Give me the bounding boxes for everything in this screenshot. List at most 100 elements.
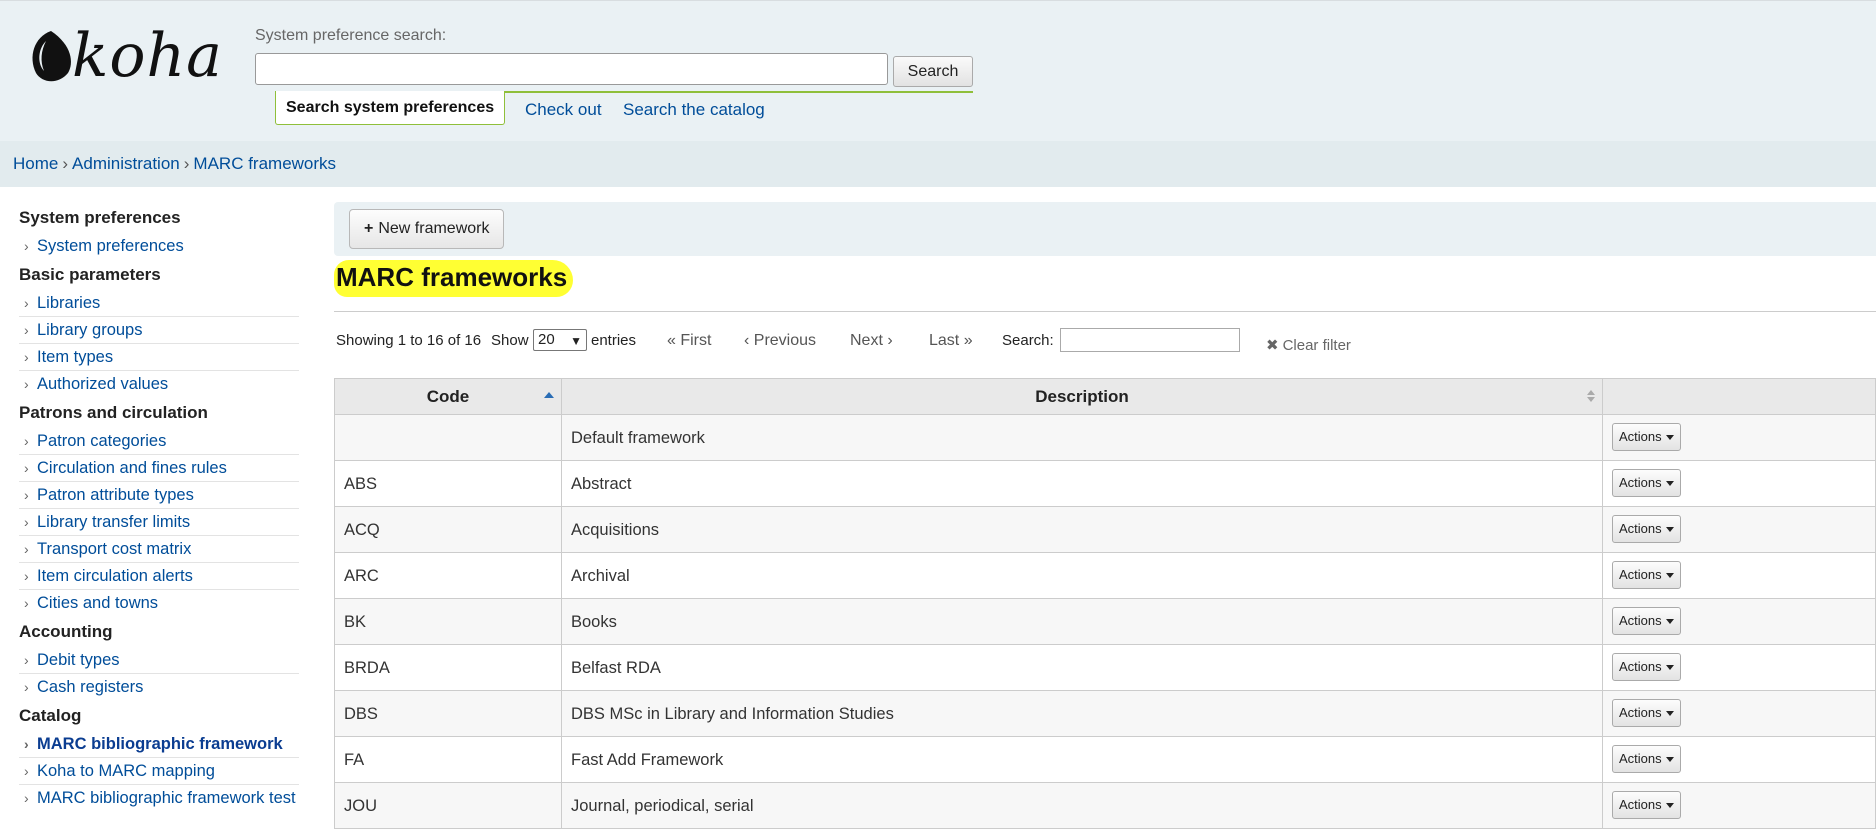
actions-label: Actions <box>1619 567 1662 582</box>
pagination-last[interactable]: Last » <box>929 332 973 350</box>
cell-description: Belfast RDA <box>561 644 1603 691</box>
cell-actions: Actions <box>1602 782 1876 829</box>
sort-icon <box>1587 390 1595 402</box>
sidebar-item-patron-attribute-types[interactable]: Patron attribute types <box>19 482 299 509</box>
sidebar-item-marc-bibliographic-framework-test[interactable]: MARC bibliographic framework test <box>19 785 299 812</box>
page-title: MARC frameworks <box>334 260 574 297</box>
table-row: DBS DBS MSc in Library and Information St… <box>334 690 1876 737</box>
pagination-previous[interactable]: ‹ Previous <box>744 332 816 350</box>
sidebar-item-library-transfer-limits[interactable]: Library transfer limits <box>19 509 299 536</box>
new-framework-button[interactable]: + New framework <box>349 209 505 249</box>
sidebar-item-transport-cost-matrix[interactable]: Transport cost matrix <box>19 536 299 563</box>
breadcrumb-administration[interactable]: Administration <box>72 154 180 173</box>
actions-label: Actions <box>1619 751 1662 766</box>
sidebar-item-cash-registers[interactable]: Cash registers <box>19 674 299 701</box>
koha-drop-icon <box>32 31 71 82</box>
actions-button[interactable]: Actions <box>1612 791 1681 819</box>
actions-label: Actions <box>1619 797 1662 812</box>
pagination-first[interactable]: « First <box>667 332 711 350</box>
chevron-down-icon: ▼ <box>570 334 582 348</box>
sidebar-item-debit-types[interactable]: Debit types <box>19 647 299 674</box>
tab-search-the-catalog[interactable]: Search the catalog <box>623 100 765 120</box>
sidebar-item-marc-bibliographic-framework[interactable]: MARC bibliographic framework <box>19 731 299 758</box>
cell-actions: Actions <box>1602 552 1876 599</box>
column-header-description[interactable]: Description <box>561 378 1603 415</box>
caret-down-icon <box>1665 619 1674 625</box>
sidebar-item-patron-categories[interactable]: Patron categories <box>19 428 299 455</box>
caret-down-icon <box>1665 803 1674 809</box>
breadcrumb-home[interactable]: Home <box>13 154 58 173</box>
sidebar-heading-patrons-and-circulation: Patrons and circulation <box>19 403 208 422</box>
caret-down-icon <box>1665 481 1674 487</box>
actions-button[interactable]: Actions <box>1612 607 1681 635</box>
admin-sidebar: System preferences System preferences Basi… <box>19 207 299 812</box>
sidebar-item-item-types[interactable]: Item types <box>19 344 299 371</box>
actions-button[interactable]: Actions <box>1612 699 1681 727</box>
sort-ascending-icon <box>544 392 554 398</box>
cell-code: ACQ <box>334 506 562 553</box>
search-button[interactable]: Search <box>893 56 973 87</box>
column-header-code[interactable]: Code <box>334 378 562 415</box>
sidebar-item-item-circulation-alerts[interactable]: Item circulation alerts <box>19 563 299 590</box>
cell-description: Abstract <box>561 460 1603 507</box>
clear-filter-label: Clear filter <box>1282 337 1351 354</box>
actions-label: Actions <box>1619 659 1662 674</box>
cell-actions: Actions <box>1602 506 1876 553</box>
sidebar-item-cities-and-towns[interactable]: Cities and towns <box>19 590 299 617</box>
show-label: Show <box>491 332 529 349</box>
cell-description: DBS MSc in Library and Information Studi… <box>561 690 1603 737</box>
cell-description: Default framework <box>561 414 1603 461</box>
breadcrumb-marc-frameworks[interactable]: MARC frameworks <box>193 154 336 173</box>
cell-actions: Actions <box>1602 414 1876 461</box>
caret-down-icon <box>1665 527 1674 533</box>
page-length-select[interactable]: 20 ▼ <box>533 329 587 351</box>
sidebar-item-library-groups[interactable]: Library groups <box>19 317 299 344</box>
table-row: ABS Abstract Actions <box>334 460 1876 507</box>
frameworks-table: Code Description Default framework Action… <box>334 378 1876 829</box>
cell-actions: Actions <box>1602 736 1876 783</box>
sidebar-item-circulation-and-fines-rules[interactable]: Circulation and fines rules <box>19 455 299 482</box>
sidebar-item-authorized-values[interactable]: Authorized values <box>19 371 299 398</box>
entries-label: entries <box>591 332 637 349</box>
koha-wordmark: koha <box>72 21 223 91</box>
table-row: JOU Journal, periodical, serial Actions <box>334 782 1876 829</box>
caret-down-icon <box>1665 573 1674 579</box>
breadcrumb-separator: › <box>62 154 69 173</box>
table-row: BK Books Actions <box>334 598 1876 645</box>
sidebar-item-system-preferences[interactable]: System preferences <box>19 233 299 260</box>
table-row: ACQ Acquisitions Actions <box>334 506 1876 553</box>
actions-button[interactable]: Actions <box>1612 745 1681 773</box>
syspref-search-input[interactable] <box>255 53 888 85</box>
cell-code: FA <box>334 736 562 783</box>
caret-down-icon <box>1665 757 1674 763</box>
column-header-label: Description <box>1035 386 1129 406</box>
plus-icon: + <box>364 220 374 237</box>
actions-label: Actions <box>1619 613 1662 628</box>
close-icon: ✖ <box>1266 337 1279 354</box>
table-info: Showing 1 to 16 of 16 <box>336 332 482 349</box>
tab-check-out[interactable]: Check out <box>525 100 602 120</box>
breadcrumb: Home › Administration › MARC frameworks <box>0 141 1876 187</box>
table-search-input[interactable] <box>1060 328 1240 352</box>
cell-actions: Actions <box>1602 644 1876 691</box>
koha-logo[interactable]: koha <box>28 21 222 91</box>
caret-down-icon <box>1665 665 1674 671</box>
actions-button[interactable]: Actions <box>1612 561 1681 589</box>
sidebar-heading-system-preferences: System preferences <box>19 208 181 227</box>
tab-search-system-preferences[interactable]: Search system preferences <box>275 91 506 125</box>
pagination-next[interactable]: Next › <box>850 332 893 350</box>
sidebar-item-libraries[interactable]: Libraries <box>19 290 299 317</box>
cell-actions: Actions <box>1602 460 1876 507</box>
actions-button[interactable]: Actions <box>1612 515 1681 543</box>
actions-button[interactable]: Actions <box>1612 469 1681 497</box>
cell-description: Fast Add Framework <box>561 736 1603 783</box>
cell-code: DBS <box>334 690 562 737</box>
actions-button[interactable]: Actions <box>1612 653 1681 681</box>
breadcrumb-separator: › <box>183 154 190 173</box>
sidebar-item-koha-to-marc-mapping[interactable]: Koha to MARC mapping <box>19 758 299 785</box>
clear-filter-link[interactable]: ✖ Clear filter <box>1266 336 1351 354</box>
sidebar-heading-basic-parameters: Basic parameters <box>19 265 161 284</box>
cell-code: BK <box>334 598 562 645</box>
actions-button[interactable]: Actions <box>1612 423 1681 451</box>
sidebar-heading-catalog: Catalog <box>19 706 82 725</box>
